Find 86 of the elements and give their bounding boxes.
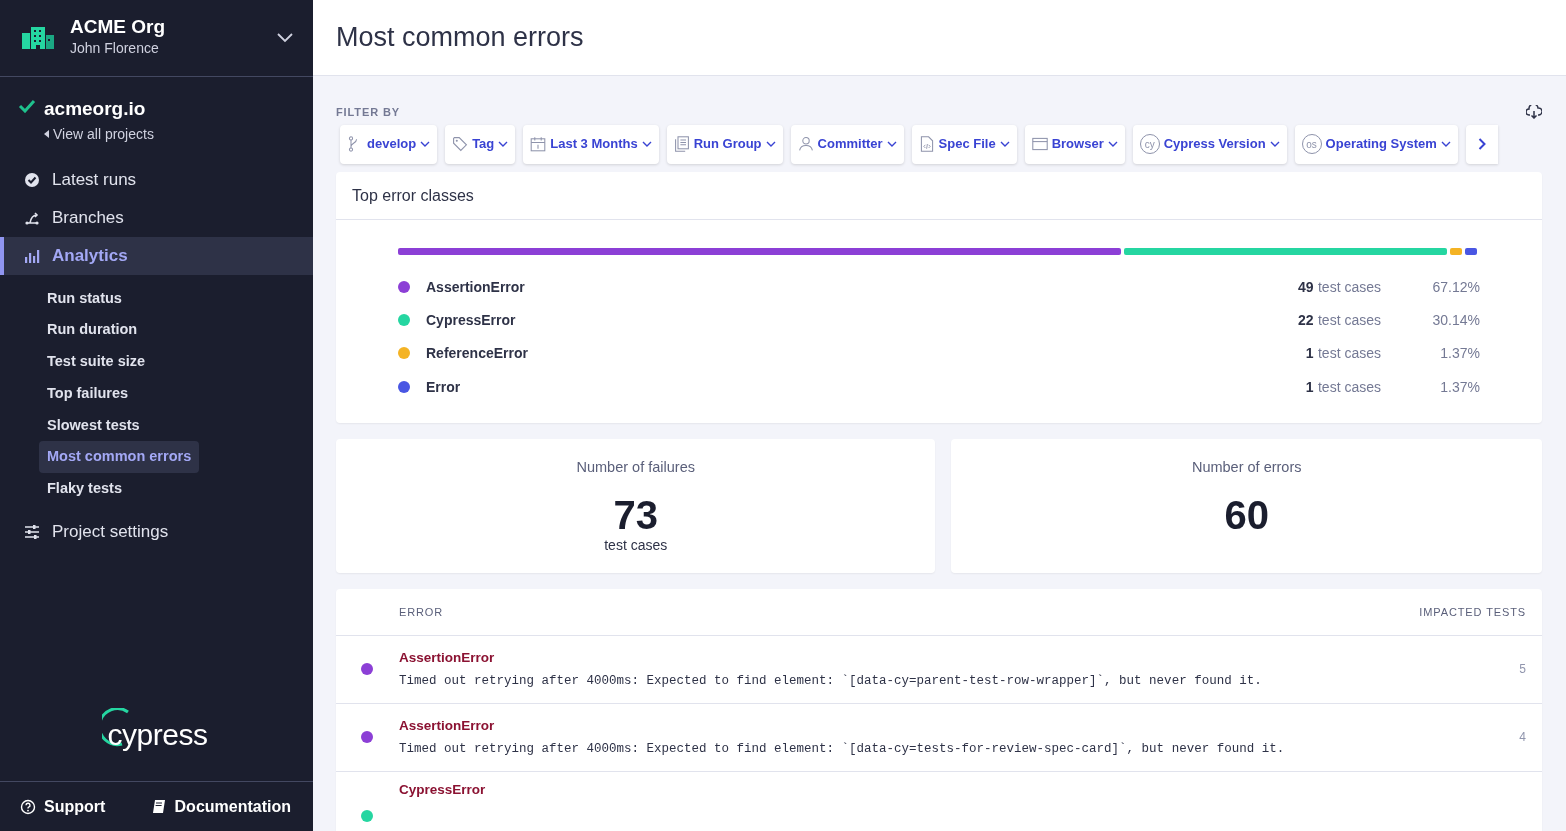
test-count: 22 xyxy=(1297,312,1314,329)
error-class-name: ReferenceError xyxy=(426,343,529,363)
tag-icon xyxy=(452,136,469,153)
error-name: AssertionError xyxy=(399,716,496,735)
person-icon xyxy=(797,136,814,153)
view-all-projects-link[interactable]: View all projects xyxy=(44,123,154,145)
check-circle-icon xyxy=(24,171,40,188)
nav-item[interactable]: Project settings xyxy=(0,512,313,551)
book-icon xyxy=(150,798,167,815)
filter-dropdown[interactable]: Committer xyxy=(790,124,904,164)
org-name: ACME Org xyxy=(70,17,166,38)
chevron-right-icon xyxy=(1477,138,1486,151)
code-file-icon xyxy=(918,136,935,153)
chevron-down-icon xyxy=(641,141,652,148)
count-unit: test cases xyxy=(1317,312,1381,329)
test-count: 1 xyxy=(1305,379,1314,396)
filter-dropdown[interactable]: Tag xyxy=(445,124,516,164)
count-unit: test cases xyxy=(1317,345,1381,362)
nav-subitem[interactable]: Flaky tests xyxy=(39,473,130,505)
stat-caption: test cases xyxy=(604,535,668,555)
error-percent: 1.37% xyxy=(1439,377,1480,397)
test-count: 1 xyxy=(1305,345,1314,362)
stat-title: Number of failures xyxy=(576,457,695,477)
chevron-down-icon xyxy=(999,141,1010,148)
nav-item[interactable]: Latest runs xyxy=(0,160,313,199)
sliders-icon xyxy=(24,523,40,540)
panel-title: Top error classes xyxy=(336,171,1542,220)
page-title: Most common errors xyxy=(336,21,584,54)
column-header: IMPACTED TESTS xyxy=(1419,604,1526,620)
support-link[interactable]: Support xyxy=(20,794,106,819)
documents-icon xyxy=(673,136,690,153)
error-percent: 1.37% xyxy=(1439,343,1480,363)
filter-dropdown[interactable]: develop xyxy=(340,124,438,164)
chevron-down-icon xyxy=(420,141,431,148)
filter-dropdown[interactable]: Spec File xyxy=(911,124,1017,164)
filter-dropdown[interactable]: os Operating System xyxy=(1294,124,1458,164)
nav-subitem[interactable]: Test suite size xyxy=(39,346,154,378)
nav-subitem[interactable]: Slowest tests xyxy=(39,409,148,442)
count-unit: test cases xyxy=(1317,379,1381,396)
filter-label: FILTER BY xyxy=(336,105,400,121)
cloud-download-icon[interactable] xyxy=(1526,105,1542,120)
error-class-name: Error xyxy=(426,377,462,397)
building-icon xyxy=(22,27,54,49)
error-message: Timed out retrying after 4000ms: Expected to find element: `[data-cy=parent-test-row-wrapper]`, but never found it. xyxy=(399,673,1263,691)
stat-value: 60 xyxy=(1224,494,1269,535)
impacted-count: 5 xyxy=(1519,661,1526,679)
impacted-count: 4 xyxy=(1519,729,1526,747)
bar-chart-icon xyxy=(24,247,40,264)
chevron-down-icon xyxy=(498,141,509,148)
stat-value: 73 xyxy=(613,494,658,535)
filter-dropdown[interactable]: Run Group xyxy=(666,124,783,164)
column-header: ERROR xyxy=(399,604,444,620)
filter-dropdown[interactable]: Browser xyxy=(1024,124,1125,164)
browser-window-icon xyxy=(1031,136,1048,153)
chevron-down-icon xyxy=(1269,141,1280,148)
error-name: CypressError xyxy=(399,780,487,799)
error-percent: 30.14% xyxy=(1431,310,1480,330)
help-icon xyxy=(20,798,36,815)
nav-item[interactable]: Branches xyxy=(0,198,313,237)
chevron-down-icon xyxy=(765,141,776,148)
chevron-down-icon xyxy=(1107,141,1118,148)
project-name: acmeorg.io xyxy=(44,97,147,121)
chevron-down-icon xyxy=(886,141,897,148)
check-icon xyxy=(18,99,36,113)
error-message: Timed out retrying after 4000ms: Expected to find element: `[data-cy=tests-for-review-spec-card]`, but never found it. xyxy=(399,741,1286,759)
nav-subitem[interactable]: Top failures xyxy=(39,377,137,410)
chevron-down-icon[interactable] xyxy=(277,33,293,43)
stat-title: Number of errors xyxy=(1191,457,1302,477)
error-name: AssertionError xyxy=(399,648,496,667)
test-count: 49 xyxy=(1297,279,1314,296)
nav-item[interactable]: Analytics xyxy=(0,236,313,275)
calendar-icon xyxy=(530,136,547,153)
error-class-name: AssertionError xyxy=(426,277,526,297)
nav-subitem[interactable]: Most common errors xyxy=(39,441,200,473)
caret-left-icon xyxy=(44,130,49,138)
documentation-link[interactable]: Documentation xyxy=(150,794,291,819)
chevron-down-icon xyxy=(1440,141,1451,148)
filter-dropdown[interactable]: Last 3 Months xyxy=(523,124,659,164)
branch-icon xyxy=(24,209,40,226)
error-class-name: CypressError xyxy=(426,310,517,330)
user-name: John Florence xyxy=(70,38,160,58)
nav-subitem[interactable]: Run duration xyxy=(39,314,146,346)
filter-dropdown[interactable]: cy Cypress Version xyxy=(1132,124,1287,164)
nav-subitem[interactable]: Run status xyxy=(39,282,130,315)
error-percent: 67.12% xyxy=(1431,277,1480,297)
count-unit: test cases xyxy=(1317,279,1381,296)
